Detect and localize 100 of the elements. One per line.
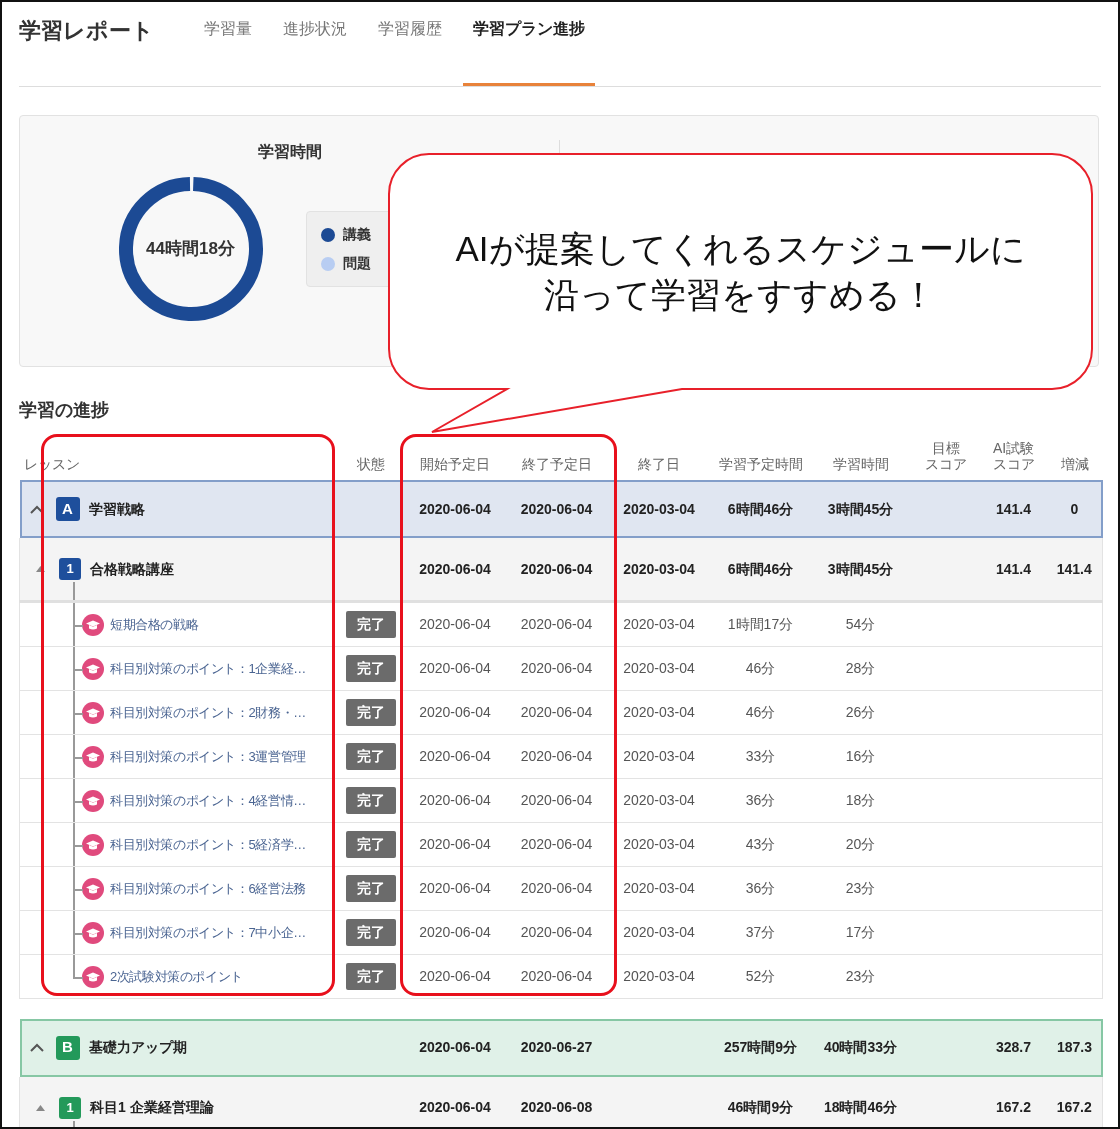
table-cell: 43分 [710,822,811,867]
table-cell: 2020-06-04 [505,601,608,647]
table-cell: 18時間46分 [810,1076,911,1127]
column-header: 状態 [356,456,386,472]
tab[interactable]: 進捗状況 [273,2,357,86]
column-header: 終了予定日 [520,456,593,472]
callout-text: AIが提案してくれるスケジュールに 沿って学習をすすめる！ [455,227,1026,316]
table-cell: 2020-06-04 [404,1018,506,1077]
status-badge: 完了 [346,699,396,726]
column-header: 終了日 [637,456,681,472]
table-cell: 2020-03-04 [607,601,711,647]
status-badge: 完了 [346,875,396,902]
table-cell: 2020-06-04 [404,866,506,911]
status-badge: 完了 [346,831,396,858]
table-cell: 2020-03-04 [607,538,711,602]
lesson-link[interactable]: 短期合格の戦略 [110,614,199,635]
column-header: 目標 [930,441,961,457]
table-cell: 23分 [810,954,911,999]
graduation-cap-icon [82,701,104,724]
subject-title: 科目1 企業経営理論 [90,1098,214,1117]
table-cell: 2020-06-04 [404,778,506,823]
column-header: 学習時間 [831,456,890,472]
table-cell: 2020-06-04 [404,601,506,647]
table-cell: 3時間45分 [810,480,911,538]
donut-total: 44時間18分 [146,238,235,261]
status-badge: 完了 [346,743,396,770]
subject-title: 合格戦略講座 [90,559,174,579]
table-cell: 2020-06-04 [404,910,506,955]
lesson-link[interactable]: 科目別対策のポイント：2財務・… [110,702,306,723]
table-cell: 2020-06-04 [505,690,608,735]
status-badge: 完了 [346,787,396,814]
table-cell: 52分 [710,954,811,999]
table-cell: 26分 [810,690,911,735]
graduation-cap-icon [82,789,104,812]
graduation-cap-icon [82,657,104,680]
chart-title: 学習時間 [257,142,322,162]
table-cell: 141.4 [1046,538,1103,602]
table-cell: 2020-06-04 [404,822,506,867]
table-cell: 18分 [810,778,911,823]
subject-badge: 1 [59,558,81,580]
triangle-icon[interactable] [36,1104,45,1111]
table-cell: 187.3 [1046,1018,1103,1077]
lesson-link[interactable]: 科目別対策のポイント：4経営情… [110,790,306,811]
table-cell: 2020-06-04 [505,910,608,955]
tab[interactable]: 学習履歴 [368,2,452,86]
table-cell: 3時間45分 [810,538,911,602]
table-cell: 2020-03-04 [607,480,711,538]
graduation-cap-icon [82,745,104,768]
table-cell: 2020-03-04 [607,866,711,911]
status-badge: 完了 [346,611,396,638]
lesson-link[interactable]: 科目別対策のポイント：3運営管理 [110,746,306,767]
table-cell: 141.4 [980,538,1047,602]
table-cell: 6時間46分 [710,480,811,538]
lesson-link[interactable]: 科目別対策のポイント：5経済学… [110,834,306,855]
triangle-icon[interactable] [36,566,45,572]
table-cell: 2020-06-04 [505,646,608,691]
lesson-link[interactable]: 科目別対策のポイント：7中小企… [110,922,306,943]
table-cell: 2020-03-04 [607,778,711,823]
table-cell: 54分 [810,601,911,647]
table-cell: 2020-06-27 [505,1018,608,1077]
column-header: 開始予定日 [419,456,491,472]
status-badge: 完了 [346,963,396,990]
subject-badge: 1 [59,1096,81,1119]
table-cell: 2020-06-04 [404,538,506,602]
table-cell: 2020-06-04 [404,734,506,779]
chevron-icon[interactable] [29,504,44,514]
table-cell: 2020-03-04 [607,690,711,735]
table-cell: 36分 [710,866,811,911]
table-cell: 17分 [810,910,911,955]
app-title: 学習レポート [19,17,154,45]
table-cell: 2020-03-04 [607,734,711,779]
column-header: スコア [991,456,1036,472]
table-cell: 2020-06-04 [505,734,608,779]
table-cell: 46分 [710,690,811,735]
chevron-icon[interactable] [29,1043,44,1052]
table-cell: 28分 [810,646,911,691]
lesson-link[interactable]: 2次試験対策のポイント [110,966,243,987]
table-cell: 2020-06-04 [505,866,608,911]
table-cell: 2020-06-04 [505,538,608,602]
table-cell: 167.2 [1046,1076,1103,1127]
tab[interactable]: 学習量 [194,2,262,86]
table-cell: 16分 [810,734,911,779]
status-badge: 完了 [346,655,396,682]
table-cell: 2020-06-04 [404,646,506,691]
table-cell: 2020-03-04 [607,822,711,867]
lesson-link[interactable]: 科目別対策のポイント：1企業経… [110,658,306,679]
phase-title: 学習戦略 [88,499,145,519]
table-cell: 1時間17分 [710,601,811,647]
table-cell: 0 [1046,480,1103,538]
table-cell: 257時間9分 [710,1018,811,1077]
lesson-link[interactable]: 科目別対策のポイント：6経営法務 [110,878,306,899]
graduation-cap-icon [82,613,104,636]
phase-title: 基礎力アップ期 [88,1038,187,1057]
tab[interactable]: 学習プラン進捗 [463,2,595,86]
table-cell: 37分 [710,910,811,955]
table-cell: 167.2 [980,1076,1047,1127]
table-cell: 2020-06-08 [505,1076,608,1127]
legend-label: 講義 [342,225,371,244]
graduation-cap-icon [82,965,104,988]
table-cell: 2020-03-04 [607,646,711,691]
